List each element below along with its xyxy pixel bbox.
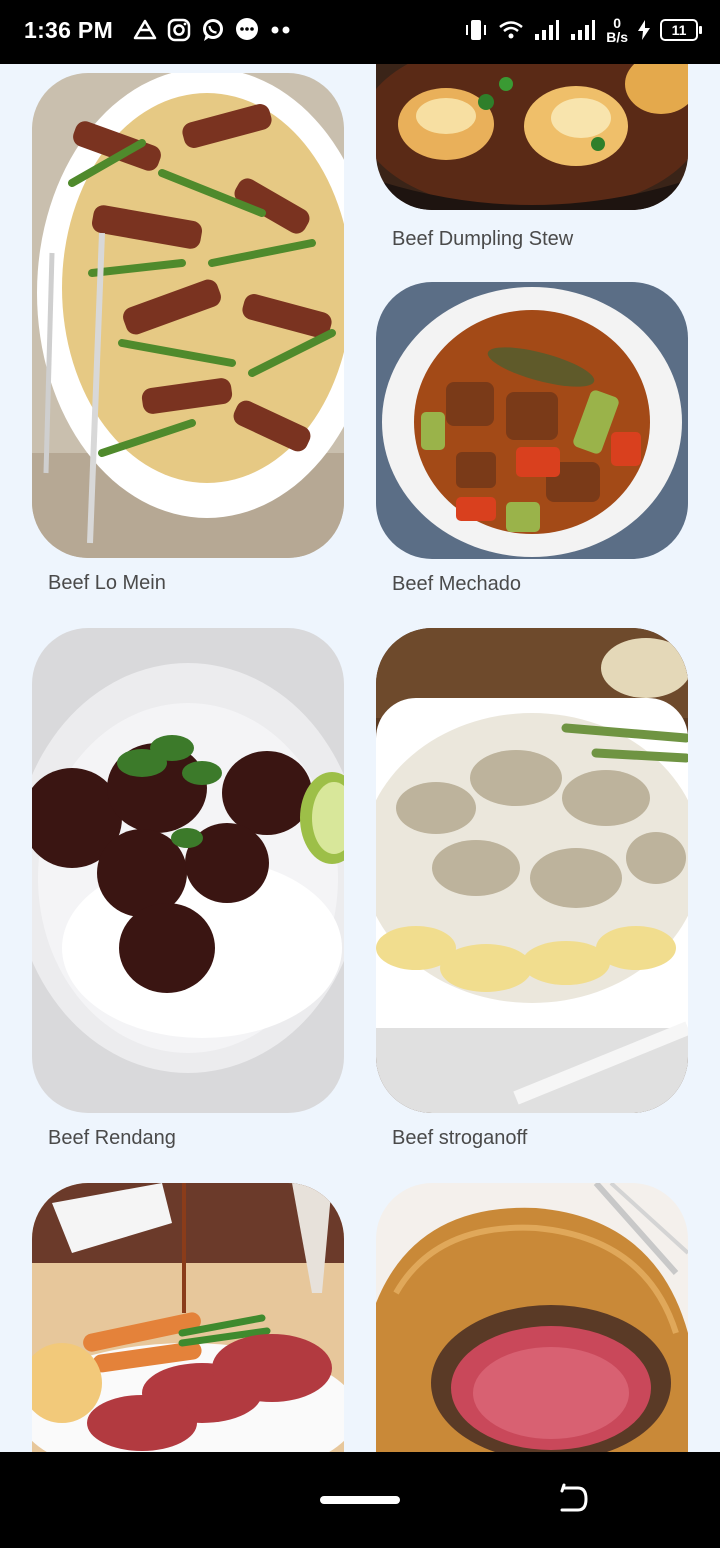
recipe-card[interactable]	[376, 1183, 688, 1452]
vibrate-icon	[466, 20, 487, 40]
recipe-name: Beef Rendang	[48, 1127, 176, 1149]
recipe-image[interactable]	[376, 1183, 688, 1452]
recipe-card[interactable]: Beef Dumpling Stew	[376, 64, 688, 254]
rendang-photo	[32, 628, 344, 1113]
charging-icon	[638, 20, 650, 40]
lo-mein-photo	[32, 73, 344, 558]
notification-icons	[132, 17, 294, 43]
roast-dinner-photo	[32, 1183, 344, 1452]
status-right: 0 B/s 11	[464, 16, 702, 44]
recipe-card[interactable]: Beef Mechado	[376, 282, 688, 604]
recipe-image[interactable]	[32, 628, 344, 1113]
messages-icon	[236, 18, 258, 40]
whatsapp-icon	[203, 19, 223, 41]
recipe-image[interactable]	[376, 628, 688, 1113]
recipe-image[interactable]	[376, 282, 688, 559]
battery-level: 11	[671, 22, 687, 38]
signal-icon-2	[571, 20, 596, 40]
wifi-icon	[499, 21, 523, 39]
recipe-image[interactable]	[32, 1183, 344, 1452]
instagram-icon	[167, 18, 191, 42]
recipe-name: Beef Lo Mein	[48, 572, 166, 594]
system-navigation-bar	[0, 1452, 720, 1548]
wellington-photo	[376, 1183, 688, 1452]
recipe-grid[interactable]: Beef Dumpling Stew Beef Lo Mein Beef Mec…	[0, 64, 720, 1452]
stroganoff-photo	[376, 628, 688, 1113]
recipe-name: Beef Dumpling Stew	[392, 228, 574, 250]
status-bar: 1:36 PM 0 B/s 11	[0, 0, 720, 64]
recipe-card[interactable]: Beef stroganoff	[376, 628, 688, 1158]
recipe-name: Beef stroganoff	[392, 1127, 528, 1149]
recipe-image[interactable]	[32, 73, 344, 558]
home-gesture-bar[interactable]	[320, 1496, 400, 1504]
mechado-photo	[376, 282, 688, 559]
signal-icon-1	[535, 20, 560, 40]
network-speed-value: 0	[613, 15, 621, 31]
more-notifications-icon	[271, 26, 290, 34]
battery-indicator: 11	[660, 19, 702, 41]
back-icon[interactable]	[556, 1482, 590, 1516]
network-speed: 0 B/s	[606, 16, 628, 44]
recipe-image[interactable]	[376, 64, 688, 210]
recipe-name: Beef Mechado	[392, 573, 521, 595]
recipe-card[interactable]: Beef Lo Mein	[32, 73, 344, 603]
network-speed-unit: B/s	[606, 29, 628, 45]
status-time: 1:36 PM	[24, 17, 114, 43]
dumpling-stew-photo	[376, 64, 688, 210]
recipe-card[interactable]: Beef Rendang	[32, 628, 344, 1158]
recipe-card[interactable]	[32, 1183, 344, 1452]
drive-icon	[133, 19, 157, 40]
